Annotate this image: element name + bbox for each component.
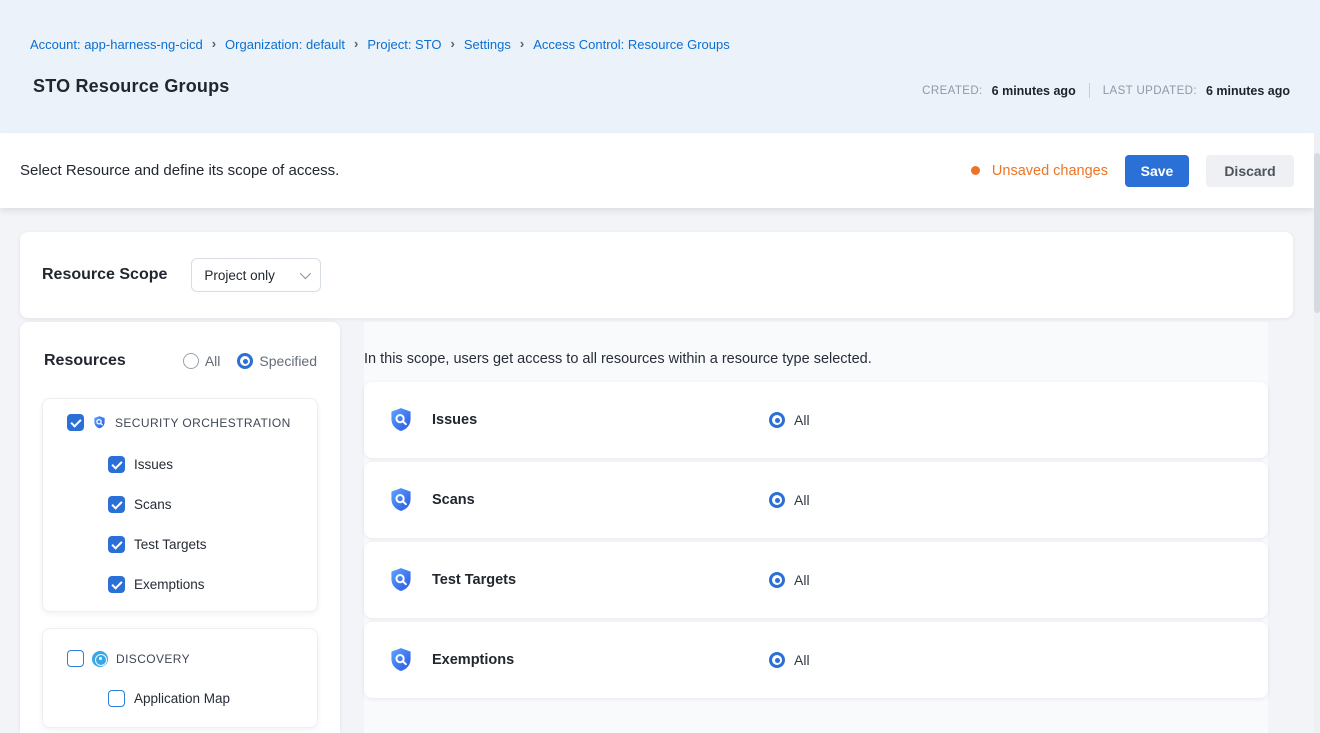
- access-label: All: [794, 572, 810, 588]
- header-meta: CREATED: 6 minutes ago LAST UPDATED: 6 m…: [922, 83, 1290, 98]
- access-radio-all[interactable]: All: [769, 492, 810, 508]
- radio-circle-icon[interactable]: [769, 572, 785, 588]
- tree-item-label: Scans: [134, 497, 172, 512]
- chevron-right-icon: ›: [354, 36, 358, 51]
- created-label: CREATED:: [922, 85, 983, 97]
- tree-row-scans: Scans: [108, 496, 172, 513]
- access-radio-all[interactable]: All: [769, 572, 810, 588]
- toolbar: Select Resource and define its scope of …: [0, 133, 1314, 208]
- shield-search-icon: [387, 486, 415, 514]
- breadcrumb-project[interactable]: Project: STO: [367, 37, 441, 52]
- scope-content: In this scope, users get access to all r…: [364, 322, 1268, 733]
- meta-divider: [1089, 83, 1090, 98]
- radio-circle-icon[interactable]: [769, 652, 785, 668]
- tree-item-label: Exemptions: [134, 577, 205, 592]
- checkbox-issues[interactable]: [108, 456, 125, 473]
- access-radio-all[interactable]: All: [769, 412, 810, 428]
- scrollbar-thumb[interactable]: [1314, 153, 1320, 313]
- resource-scope-select[interactable]: Project only: [191, 258, 321, 292]
- resource-card-scans: Scans All: [364, 462, 1268, 538]
- radio-all[interactable]: All: [183, 353, 221, 369]
- tree-item-label: Test Targets: [134, 537, 207, 552]
- shield-search-icon: [387, 566, 415, 594]
- scrollbar-track[interactable]: [1314, 133, 1320, 733]
- resource-card-title: Exemptions: [432, 652, 514, 668]
- breadcrumb: Account: app-harness-ng-cicd › Organizat…: [30, 37, 730, 52]
- resource-group-security-orchestration: SECURITY ORCHESTRATION Issues Scans Test…: [42, 398, 318, 612]
- resource-card-exemptions: Exemptions All: [364, 622, 1268, 698]
- chevron-down-icon: [300, 268, 311, 279]
- resource-card-title: Test Targets: [432, 572, 516, 588]
- access-label: All: [794, 652, 810, 668]
- radio-specified-label: Specified: [259, 353, 317, 369]
- breadcrumb-account[interactable]: Account: app-harness-ng-cicd: [30, 37, 203, 52]
- resource-group-discovery: DISCOVERY Application Map: [42, 628, 318, 728]
- scope-note: In this scope, users get access to all r…: [364, 351, 872, 367]
- shield-search-icon: [387, 646, 415, 674]
- checkbox-application-map[interactable]: [108, 690, 125, 707]
- tree-row-application-map: Application Map: [108, 690, 230, 707]
- group-label: DISCOVERY: [116, 652, 190, 666]
- resource-scope-value: Project only: [204, 268, 275, 283]
- radar-icon: [92, 651, 108, 667]
- breadcrumb-organization[interactable]: Organization: default: [225, 37, 345, 52]
- checkbox-scans[interactable]: [108, 496, 125, 513]
- chevron-right-icon: ›: [212, 36, 216, 51]
- radio-all-label: All: [205, 353, 221, 369]
- tree-row-issues: Issues: [108, 456, 173, 473]
- unsaved-changes-label: Unsaved changes: [992, 163, 1108, 179]
- page-header: Account: app-harness-ng-cicd › Organizat…: [0, 0, 1320, 133]
- resource-card-title: Scans: [432, 492, 475, 508]
- radio-circle-icon[interactable]: [769, 492, 785, 508]
- shield-search-icon: [387, 406, 415, 434]
- radio-all-circle-icon[interactable]: [183, 353, 199, 369]
- tree-row-exemptions: Exemptions: [108, 576, 205, 593]
- discard-button[interactable]: Discard: [1206, 155, 1294, 187]
- access-label: All: [794, 412, 810, 428]
- resource-mode-radios: All Specified: [183, 353, 317, 369]
- checkbox-test-targets[interactable]: [108, 536, 125, 553]
- resource-scope-label: Resource Scope: [42, 266, 167, 284]
- checkbox-security-orchestration[interactable]: [67, 414, 84, 431]
- radio-circle-icon[interactable]: [769, 412, 785, 428]
- save-button[interactable]: Save: [1125, 155, 1189, 187]
- tree-row-test-targets: Test Targets: [108, 536, 207, 553]
- group-row-discovery: DISCOVERY: [67, 650, 190, 667]
- group-label: SECURITY ORCHESTRATION: [115, 416, 291, 430]
- resource-card-issues: Issues All: [364, 382, 1268, 458]
- toolbar-actions: Unsaved changes Save Discard: [971, 155, 1294, 187]
- last-updated-label: LAST UPDATED:: [1103, 85, 1197, 97]
- resource-card-title: Issues: [432, 412, 477, 428]
- page-title: STO Resource Groups: [33, 76, 230, 97]
- shield-search-icon: [92, 415, 107, 430]
- resources-header: Resources All Specified: [20, 322, 340, 400]
- toolbar-description: Select Resource and define its scope of …: [20, 162, 339, 179]
- radio-specified-circle-icon[interactable]: [237, 353, 253, 369]
- tree-item-label: Issues: [134, 457, 173, 472]
- access-label: All: [794, 492, 810, 508]
- last-updated-value: 6 minutes ago: [1206, 84, 1290, 98]
- resource-scope-card: Resource Scope Project only: [20, 232, 1293, 318]
- unsaved-dot-icon: [971, 166, 980, 175]
- checkbox-exemptions[interactable]: [108, 576, 125, 593]
- chevron-right-icon: ›: [451, 36, 455, 51]
- chevron-right-icon: ›: [520, 36, 524, 51]
- breadcrumb-settings[interactable]: Settings: [464, 37, 511, 52]
- breadcrumb-resource-groups[interactable]: Access Control: Resource Groups: [533, 37, 730, 52]
- resources-panel: Resources All Specified SECURITY ORCHES: [20, 322, 340, 733]
- radio-specified[interactable]: Specified: [237, 353, 317, 369]
- group-row-security-orchestration: SECURITY ORCHESTRATION: [67, 414, 291, 431]
- resources-title: Resources: [44, 352, 126, 370]
- created-value: 6 minutes ago: [992, 84, 1076, 98]
- tree-item-label: Application Map: [134, 691, 230, 706]
- resource-card-test-targets: Test Targets All: [364, 542, 1268, 618]
- unsaved-changes-indicator: Unsaved changes: [971, 163, 1108, 179]
- checkbox-discovery[interactable]: [67, 650, 84, 667]
- access-radio-all[interactable]: All: [769, 652, 810, 668]
